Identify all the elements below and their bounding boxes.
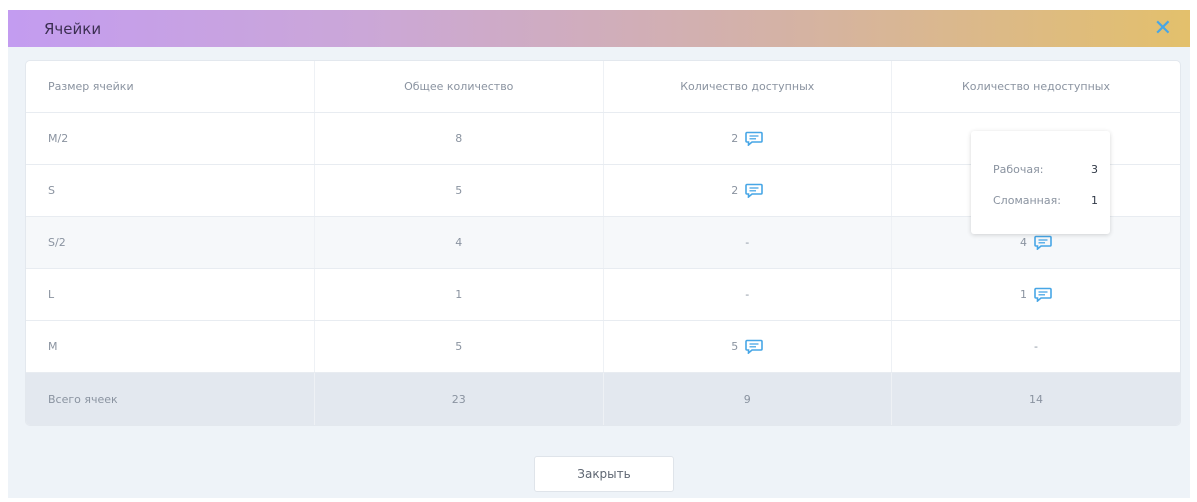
cell-available-value: 2 bbox=[731, 183, 739, 197]
cell-available-value: - bbox=[745, 236, 750, 249]
total-available-value: 9 bbox=[743, 392, 751, 406]
cell-total-value: 5 bbox=[455, 340, 463, 353]
cell-unavailable-value: 1 bbox=[1020, 287, 1027, 301]
cell-available-value: 5 bbox=[731, 339, 739, 353]
total-unavailable-value: 14 bbox=[1029, 392, 1043, 406]
unavailable-details-tooltip: Рабочая: 3 Сломанная: 1 bbox=[971, 131, 1110, 234]
comment-icon[interactable] bbox=[745, 183, 764, 198]
cell-size-value: S/2 bbox=[48, 236, 66, 249]
tooltip-value: 3 bbox=[1091, 163, 1098, 176]
cells-dialog: Ячейки ✕ Размер ячейки Общее количество … bbox=[8, 10, 1190, 498]
cell-total-value: 5 bbox=[455, 184, 463, 197]
cell-total-value: 1 bbox=[455, 288, 463, 301]
table-header-row: Размер ячейки Общее количество Количеств… bbox=[26, 61, 1180, 113]
cell-total: 8 bbox=[314, 112, 603, 165]
cell-available-value: 2 bbox=[731, 131, 739, 145]
dialog-title: Ячейки bbox=[44, 19, 102, 38]
close-button[interactable]: Закрыть bbox=[534, 456, 674, 492]
dialog-header: Ячейки ✕ bbox=[8, 10, 1190, 47]
cell-size-value: M/2 bbox=[48, 132, 69, 145]
cell-total: 5 bbox=[314, 320, 603, 373]
cell-available-value: - bbox=[745, 288, 750, 301]
cell-available: 2 bbox=[602, 112, 892, 165]
cell-size: M bbox=[26, 320, 315, 373]
table-row: M 5 5 - bbox=[26, 320, 1180, 373]
total-available: 9 bbox=[602, 372, 892, 425]
tooltip-label: Рабочая: bbox=[993, 163, 1044, 176]
cell-unavailable-value: - bbox=[1034, 340, 1038, 353]
close-icon[interactable]: ✕ bbox=[1154, 17, 1172, 40]
cells-table: Размер ячейки Общее количество Количеств… bbox=[26, 61, 1180, 425]
total-count-value: 23 bbox=[451, 392, 466, 406]
comment-icon[interactable] bbox=[745, 131, 764, 146]
cell-available: - bbox=[602, 268, 892, 321]
table-row: L 1 - 1 bbox=[26, 268, 1180, 321]
cell-total-value: 4 bbox=[455, 236, 463, 249]
comment-icon[interactable] bbox=[1034, 235, 1052, 250]
total-unavailable: 14 bbox=[891, 372, 1180, 425]
total-label: Всего ячеек bbox=[26, 372, 315, 425]
cell-size: S/2 bbox=[26, 216, 315, 269]
tooltip-value: 1 bbox=[1091, 194, 1098, 207]
cell-size-value: M bbox=[48, 340, 58, 353]
column-header-available: Количество доступных bbox=[602, 61, 892, 113]
cell-available: 2 bbox=[602, 164, 892, 217]
cell-total: 4 bbox=[314, 216, 603, 269]
total-count: 23 bbox=[314, 372, 603, 425]
cell-available: 5 bbox=[602, 320, 892, 373]
tooltip-row-working: Рабочая: 3 bbox=[993, 163, 1098, 176]
total-row: Всего ячеек 23 9 14 bbox=[26, 372, 1180, 425]
comment-icon[interactable] bbox=[1034, 287, 1052, 302]
cell-total: 5 bbox=[314, 164, 603, 217]
comment-icon[interactable] bbox=[745, 339, 764, 354]
cell-unavailable: 1 bbox=[891, 268, 1180, 321]
tooltip-row-broken: Сломанная: 1 bbox=[993, 194, 1098, 207]
cell-size: S bbox=[26, 164, 315, 217]
cell-available: - bbox=[602, 216, 892, 269]
cell-size-value: S bbox=[48, 184, 55, 197]
tooltip-label: Сломанная: bbox=[993, 194, 1061, 207]
cell-unavailable: - bbox=[891, 320, 1180, 373]
cell-unavailable-value: 4 bbox=[1020, 235, 1027, 249]
cell-size: M/2 bbox=[26, 112, 315, 165]
total-label-value: Всего ячеек bbox=[48, 392, 118, 406]
cell-total: 1 bbox=[314, 268, 603, 321]
cell-size: L bbox=[26, 268, 315, 321]
cell-size-value: L bbox=[48, 288, 55, 301]
column-header-unavailable: Количество недоступных bbox=[891, 61, 1180, 113]
column-header-size: Размер ячейки bbox=[26, 61, 315, 113]
column-header-total: Общее количество bbox=[314, 61, 603, 113]
cell-total-value: 8 bbox=[455, 132, 463, 145]
